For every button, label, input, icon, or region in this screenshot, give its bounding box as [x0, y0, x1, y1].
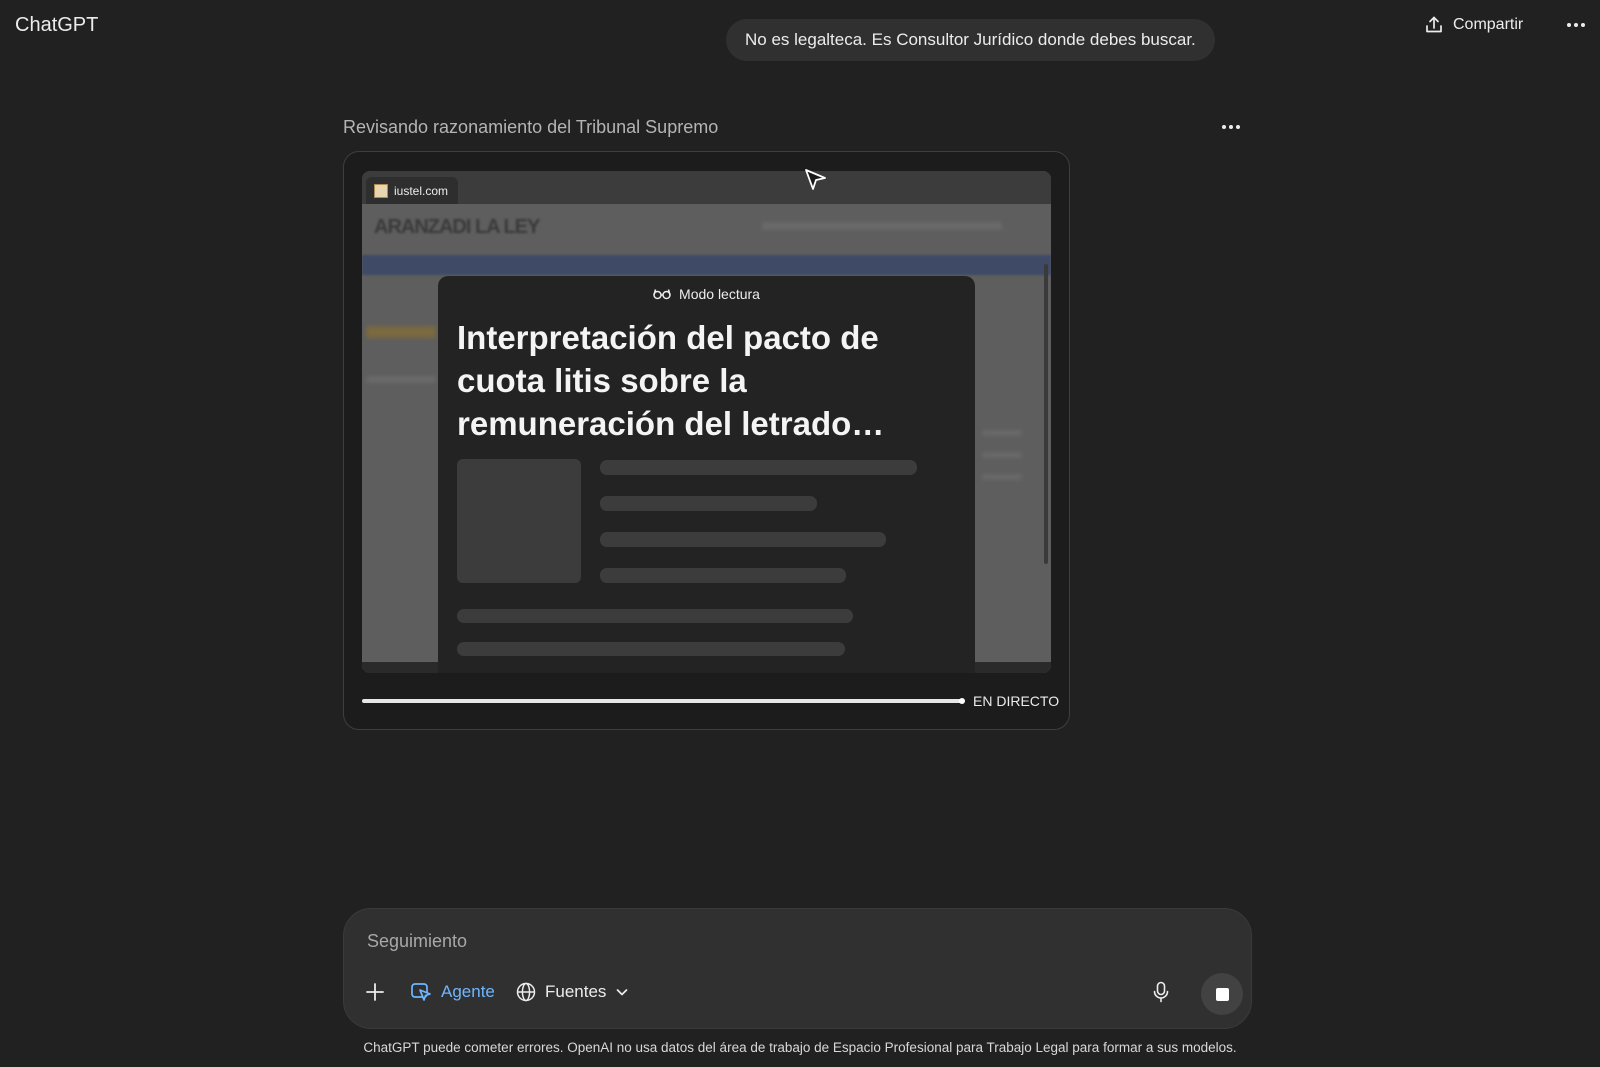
chevron-down-icon [617, 989, 628, 996]
browser-viewport[interactable]: iustel.com ARANZADI LA LEY Modo lectura … [362, 171, 1051, 673]
page-logo: ARANZADI LA LEY [374, 216, 540, 238]
user-message-bubble: No es legalteca. Es Consultor Jurídico d… [726, 19, 1215, 61]
tab-label: iustel.com [394, 183, 449, 198]
page-blurred-text [982, 452, 1022, 458]
page-accent-text [366, 326, 436, 338]
more-icon [1567, 23, 1585, 27]
article-title: Interpretación del pacto de cuota litis … [457, 319, 885, 442]
page-blurred-text [982, 430, 1022, 436]
more-options-button[interactable] [1562, 12, 1590, 38]
upload-icon [1426, 16, 1442, 33]
page-blurred-text [762, 222, 1002, 230]
cursor-icon [805, 169, 826, 190]
web-page-background: ARANZADI LA LEY Modo lectura Interpretac… [362, 204, 1051, 673]
skeleton-line [600, 568, 846, 583]
skeleton-line [457, 642, 845, 656]
agent-cursor-icon [411, 983, 431, 1001]
skeleton-image [457, 459, 581, 583]
share-label: Compartir [1453, 16, 1524, 33]
skeleton-line [600, 532, 886, 547]
live-label: EN DIRECTO [973, 693, 1060, 709]
favicon-icon [374, 183, 388, 198]
skeleton-line [457, 609, 853, 623]
add-button[interactable] [365, 973, 385, 1011]
reader-mode-label: Modo lectura [679, 286, 760, 302]
share-button[interactable]: Compartir [1424, 15, 1523, 35]
footer-disclaimer: ChatGPT puede cometer errores. OpenAI no… [363, 1040, 1237, 1055]
browser-tab-bar: iustel.com [362, 171, 1051, 204]
skeleton-line [600, 496, 817, 511]
sources-label: Fuentes [545, 982, 607, 1001]
more-icon [1222, 125, 1240, 129]
glasses-icon [653, 289, 671, 300]
plus-icon [366, 983, 384, 1001]
reasoning-more-button[interactable] [1218, 115, 1244, 139]
skeleton-line [600, 460, 917, 475]
follow-up-input[interactable] [367, 931, 1067, 952]
globe-icon [516, 982, 536, 1002]
playback-progress-knob[interactable] [959, 698, 965, 704]
playback-progress-bar[interactable] [362, 699, 964, 703]
sources-dropdown[interactable]: Fuentes [516, 973, 629, 1011]
composer: Agente Fuentes [343, 908, 1252, 1029]
page-nav-bar [362, 255, 1051, 275]
agent-label: Agente [441, 982, 495, 1001]
reader-mode-panel: Modo lectura Interpretación del pacto de… [438, 276, 975, 673]
page-scrollbar [1044, 264, 1048, 564]
microphone-button[interactable] [1152, 973, 1170, 1011]
agent-button[interactable]: Agente [410, 973, 495, 1011]
app-title[interactable]: ChatGPT [15, 14, 98, 37]
microphone-icon [1153, 981, 1169, 1003]
stop-icon [1215, 987, 1229, 1001]
page-blurred-text [366, 376, 436, 383]
reader-mode-header[interactable]: Modo lectura [438, 286, 975, 302]
stop-button[interactable] [1201, 973, 1243, 1015]
reasoning-title[interactable]: Revisando razonamiento del Tribunal Supr… [343, 117, 718, 138]
page-blurred-text [982, 474, 1022, 480]
browser-tab[interactable]: iustel.com [366, 177, 459, 204]
